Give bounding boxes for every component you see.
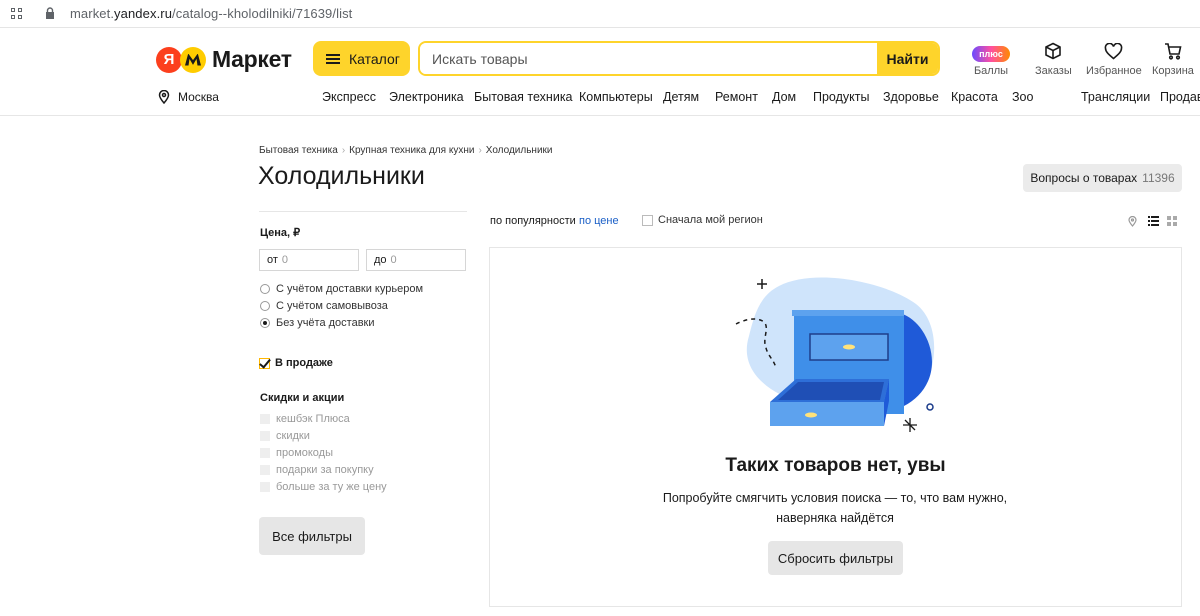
region-selector[interactable]: Москва bbox=[158, 90, 219, 104]
market-logo-icon bbox=[180, 46, 206, 73]
grid-view-icon[interactable] bbox=[1167, 216, 1177, 226]
questions-button[interactable]: Вопросы о товарах 11396 bbox=[1023, 164, 1182, 192]
nav-sell[interactable]: Продав bbox=[1160, 90, 1200, 104]
nav-pets[interactable]: Зоо bbox=[1012, 90, 1033, 104]
nav-electronics[interactable]: Электроника bbox=[389, 90, 464, 104]
nav-kids[interactable]: Детям bbox=[663, 90, 699, 104]
region-label: Москва bbox=[178, 90, 219, 104]
discount-option[interactable]: кешбэк Плюса bbox=[260, 413, 350, 425]
empty-state-title: Таких товаров нет, увы bbox=[725, 455, 946, 476]
catalog-button[interactable]: Каталог bbox=[313, 41, 410, 76]
delivery-courier-radio[interactable]: С учётом доставки курьером bbox=[260, 283, 423, 295]
nav-beauty[interactable]: Красота bbox=[951, 90, 998, 104]
favorites-label: Избранное bbox=[1086, 65, 1142, 77]
discount-option-label: подарки за покупку bbox=[276, 464, 374, 476]
nav-computers[interactable]: Компьютеры bbox=[579, 90, 653, 104]
points-link[interactable]: плюс Баллы bbox=[972, 41, 1010, 77]
browser-url-bar: market.yandex.ru/catalog--kholodilniki/7… bbox=[0, 0, 1200, 28]
logo-text: Маркет bbox=[212, 46, 292, 72]
reset-filters-button[interactable]: Сбросить фильтры bbox=[768, 541, 903, 575]
breadcrumb-appliances[interactable]: Бытовая техника bbox=[259, 145, 338, 156]
checkmark-icon bbox=[259, 357, 270, 369]
discount-option[interactable]: подарки за покупку bbox=[260, 464, 374, 476]
empty-state-text: Попробуйте смягчить условия поиска — то,… bbox=[662, 491, 1008, 525]
discount-option-label: больше за ту же цену bbox=[276, 481, 387, 493]
checkbox-icon bbox=[260, 482, 270, 492]
breadcrumb: Бытовая техника › Крупная техника для кухн… bbox=[259, 145, 553, 156]
cart-link[interactable]: Корзина bbox=[1152, 41, 1194, 77]
catalog-button-label: Каталог bbox=[349, 50, 400, 67]
search-bar: Найти bbox=[418, 41, 940, 76]
plus-badge-icon: плюс bbox=[972, 46, 1010, 62]
menu-icon bbox=[326, 53, 340, 64]
filters-panel bbox=[259, 211, 467, 212]
list-view-icon[interactable] bbox=[1148, 216, 1159, 226]
cart-label: Корзина bbox=[1152, 65, 1194, 77]
sort-popularity[interactable]: по популярности bbox=[490, 215, 576, 227]
price-to-label: до bbox=[374, 254, 387, 266]
orders-label: Заказы bbox=[1035, 65, 1072, 77]
delivery-none-radio[interactable]: Без учёта доставки bbox=[260, 317, 375, 329]
search-input[interactable] bbox=[420, 43, 877, 74]
apps-icon[interactable] bbox=[11, 8, 22, 19]
nav-express[interactable]: Экспресс bbox=[322, 90, 376, 104]
address-field[interactable]: market.yandex.ru/catalog--kholodilniki/7… bbox=[70, 6, 352, 21]
checkbox-icon bbox=[260, 414, 270, 424]
price-from-placeholder: 0 bbox=[281, 254, 289, 266]
points-label: Баллы bbox=[973, 65, 1009, 77]
nav-appliances[interactable]: Бытовая техника bbox=[474, 90, 573, 104]
heart-icon bbox=[1105, 42, 1123, 60]
my-region-label: Сначала мой регион bbox=[658, 214, 763, 226]
favorites-link[interactable]: Избранное bbox=[1086, 41, 1142, 77]
lock-icon bbox=[46, 7, 54, 19]
orders-link[interactable]: Заказы bbox=[1035, 41, 1072, 77]
breadcrumb-kitchen[interactable]: Крупная техника для кухни bbox=[349, 145, 474, 156]
price-to-field[interactable]: до 0 bbox=[366, 249, 466, 271]
page-title: Холодильники bbox=[258, 162, 425, 190]
market-logo[interactable]: Я Маркет bbox=[156, 46, 292, 73]
map-pin-icon[interactable] bbox=[1128, 216, 1137, 227]
radio-selected-icon bbox=[260, 318, 270, 328]
discount-option[interactable]: промокоды bbox=[260, 447, 333, 459]
nav-broadcasts[interactable]: Трансляции bbox=[1081, 90, 1150, 104]
price-to-placeholder: 0 bbox=[390, 254, 397, 266]
nav-repair[interactable]: Ремонт bbox=[715, 90, 758, 104]
nav-home[interactable]: Дом bbox=[772, 90, 796, 104]
questions-label: Вопросы о товарах bbox=[1030, 171, 1138, 185]
checkbox-icon bbox=[260, 448, 270, 458]
discount-option[interactable]: скидки bbox=[260, 430, 310, 442]
delivery-pickup-label: С учётом самовывоза bbox=[276, 300, 388, 312]
my-region-first-checkbox[interactable]: Сначала мой регион bbox=[642, 214, 763, 226]
sort-price-link[interactable]: по цене bbox=[579, 215, 619, 227]
all-filters-button[interactable]: Все фильтры bbox=[259, 517, 365, 555]
checkbox-icon bbox=[642, 214, 653, 226]
nav-health[interactable]: Здоровье bbox=[883, 90, 939, 104]
discount-option-label: скидки bbox=[276, 430, 310, 442]
nav-groceries[interactable]: Продукты bbox=[813, 90, 869, 104]
yandex-logo-icon: Я bbox=[156, 46, 182, 73]
radio-icon bbox=[260, 284, 270, 294]
breadcrumb-fridges[interactable]: Холодильники bbox=[486, 145, 553, 156]
price-filter-title: Цена, ₽ bbox=[260, 227, 301, 239]
delivery-pickup-radio[interactable]: С учётом самовывоза bbox=[260, 300, 388, 312]
box-icon bbox=[1045, 42, 1062, 60]
checkbox-icon bbox=[260, 465, 270, 475]
empty-drawer-illustration-icon bbox=[735, 277, 935, 432]
discount-option[interactable]: больше за ту же цену bbox=[260, 481, 387, 493]
cart-icon bbox=[1164, 43, 1182, 60]
discount-option-label: промокоды bbox=[276, 447, 334, 459]
price-from-label: от bbox=[267, 254, 278, 266]
on-sale-label: В продаже bbox=[275, 357, 333, 369]
location-pin-icon bbox=[158, 90, 170, 104]
questions-count: 11396 bbox=[1142, 171, 1175, 185]
discounts-filter-title: Скидки и акции bbox=[260, 392, 345, 404]
delivery-none-label: Без учёта доставки bbox=[276, 317, 375, 329]
on-sale-checkbox[interactable]: В продаже bbox=[259, 357, 333, 369]
search-button[interactable]: Найти bbox=[877, 43, 938, 74]
price-from-field[interactable]: от 0 bbox=[259, 249, 359, 271]
checkbox-icon bbox=[260, 431, 270, 441]
radio-icon bbox=[260, 301, 270, 311]
discount-option-label: кешбэк Плюса bbox=[276, 413, 350, 425]
delivery-courier-label: С учётом доставки курьером bbox=[276, 283, 424, 295]
